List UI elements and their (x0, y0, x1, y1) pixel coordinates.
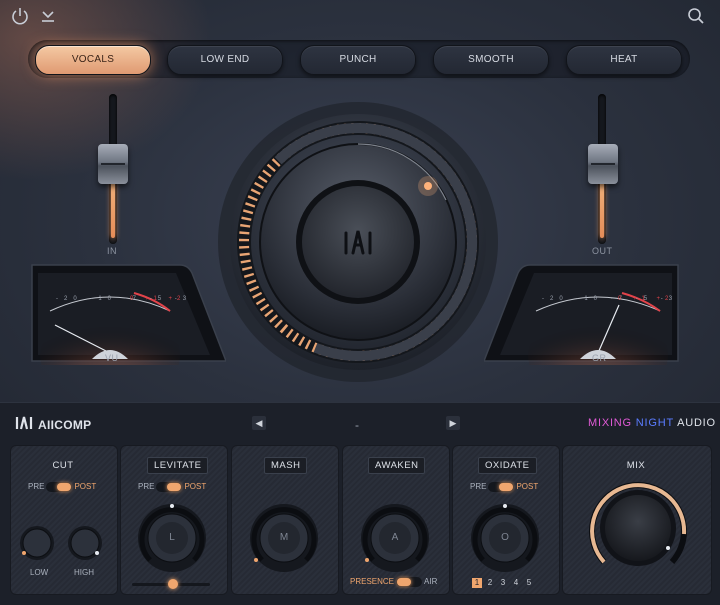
preset-name-display[interactable]: - (355, 418, 359, 432)
preset-prev-button[interactable]: ◀ (252, 416, 266, 430)
cut-pre-post-toggle[interactable]: PRE POST (28, 481, 96, 493)
oxidate-mode-selector: 12345 (472, 578, 534, 588)
oxidate-mode-2[interactable]: 2 (485, 578, 495, 587)
preset-next-button[interactable]: ▶ (446, 416, 460, 430)
awaken-presence-air-toggle[interactable]: PRESENCE AIR (350, 576, 437, 588)
preset-heat[interactable]: HEAT (566, 45, 682, 75)
oxidate-pre-post-toggle[interactable]: PRE POST (470, 481, 538, 493)
preset-punch[interactable]: PUNCH (300, 45, 416, 75)
awaken-knob[interactable]: A (359, 502, 431, 579)
vu-label: VU (105, 353, 119, 363)
vu-scale-high: 0 +1 +2 (130, 296, 186, 302)
preset-smooth[interactable]: SMOOTH (433, 45, 549, 75)
power-icon[interactable] (10, 6, 30, 26)
awaken-title: AWAKEN (368, 457, 426, 474)
cut-title: CUT (52, 460, 74, 471)
cut-low-label: LOW (30, 568, 49, 577)
collapse-icon[interactable] (38, 6, 58, 26)
oxidate-mode-3[interactable]: 3 (498, 578, 508, 587)
cut-high-label: HIGH (74, 568, 94, 577)
oxidate-mode-5[interactable]: 5 (524, 578, 534, 587)
output-fader-level (600, 182, 604, 238)
gr-scale-high: 0 +1 +2 (618, 296, 674, 302)
mash-title: MASH (264, 457, 308, 474)
oxidate-knob[interactable]: O (469, 502, 541, 579)
levitate-slider[interactable] (132, 579, 210, 589)
vu-meter: -20 -10 -7 -5 -3 0 +1 +2 VU (30, 263, 226, 365)
mash-knob[interactable]: M (248, 502, 320, 579)
vendor-logo: MIXING NIGHT AUDIO (588, 417, 716, 429)
oxidate-title: OXIDATE (478, 457, 537, 474)
input-fader-handle[interactable] (98, 144, 128, 184)
mix-title: MIX (626, 460, 646, 471)
levitate-title: LEVITATE (147, 457, 209, 474)
levitate-slider-handle[interactable] (168, 579, 178, 589)
output-fader-label: OUT (592, 246, 613, 256)
mix-knob[interactable] (588, 478, 688, 583)
oxidate-mode-1[interactable]: 1 (472, 578, 482, 588)
levitate-knob[interactable]: L (136, 502, 208, 579)
oxidate-mode-4[interactable]: 4 (511, 578, 521, 587)
preset-low-end[interactable]: LOW END (167, 45, 283, 75)
plugin-logo (14, 414, 34, 435)
plugin-window: VOCALS LOW END PUNCH SMOOTH HEAT IN OUT … (0, 0, 720, 605)
plugin-name: AIICOMP (38, 418, 92, 432)
input-fader-label: IN (107, 246, 117, 256)
gr-label: GR (592, 353, 607, 363)
levitate-pre-post-toggle[interactable]: PRE POST (138, 481, 206, 493)
preset-vocals[interactable]: VOCALS (35, 45, 151, 75)
input-fader-level (111, 182, 115, 238)
output-fader-handle[interactable] (588, 144, 618, 184)
cut-low-knob[interactable] (18, 524, 56, 567)
main-compression-knob[interactable] (216, 100, 500, 384)
cut-high-knob[interactable] (66, 524, 104, 567)
gr-meter: -20 -10 -7 -5 -3 0 +1 +2 GR (484, 263, 680, 365)
search-icon[interactable] (686, 6, 706, 26)
